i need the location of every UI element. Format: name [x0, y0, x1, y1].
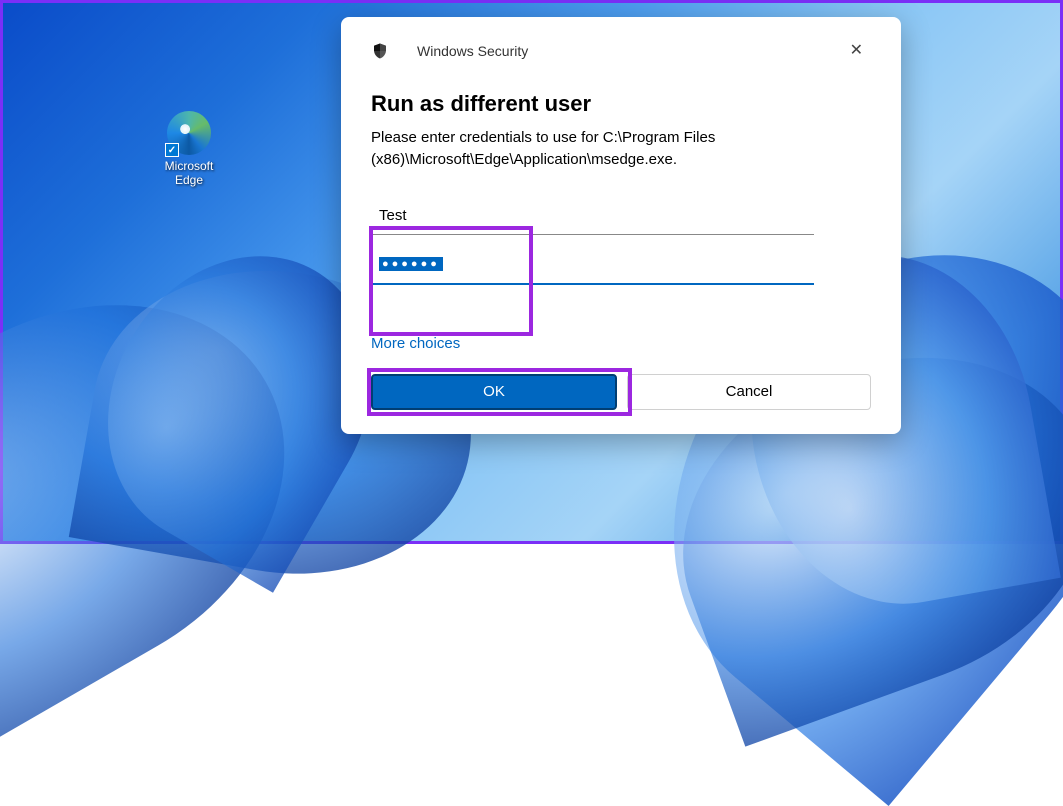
dialog-button-row: OK Cancel [371, 374, 871, 410]
desktop-icon-edge[interactable]: Microsoft Edge [155, 111, 223, 188]
username-input[interactable] [371, 195, 814, 235]
dialog-header-title: Windows Security [417, 43, 528, 59]
username-row [371, 195, 871, 235]
dialog-header: Windows Security ✕ [371, 39, 871, 79]
shield-icon [371, 42, 389, 60]
password-input[interactable]: ●●●●●● [379, 257, 443, 271]
desktop-icon-label: Microsoft Edge [155, 159, 223, 188]
dialog-heading: Run as different user [371, 91, 871, 117]
ok-button[interactable]: OK [371, 374, 617, 410]
close-button[interactable]: ✕ [842, 39, 871, 63]
windows-security-dialog: Windows Security ✕ Run as different user… [341, 17, 901, 434]
shortcut-check-icon [165, 143, 179, 157]
cancel-button[interactable]: Cancel [627, 374, 871, 410]
edge-icon [167, 111, 211, 155]
more-choices-link[interactable]: More choices [371, 335, 460, 352]
password-row[interactable]: ●●●●●● [371, 243, 814, 285]
dialog-description: Please enter credentials to use for C:\P… [371, 127, 871, 171]
